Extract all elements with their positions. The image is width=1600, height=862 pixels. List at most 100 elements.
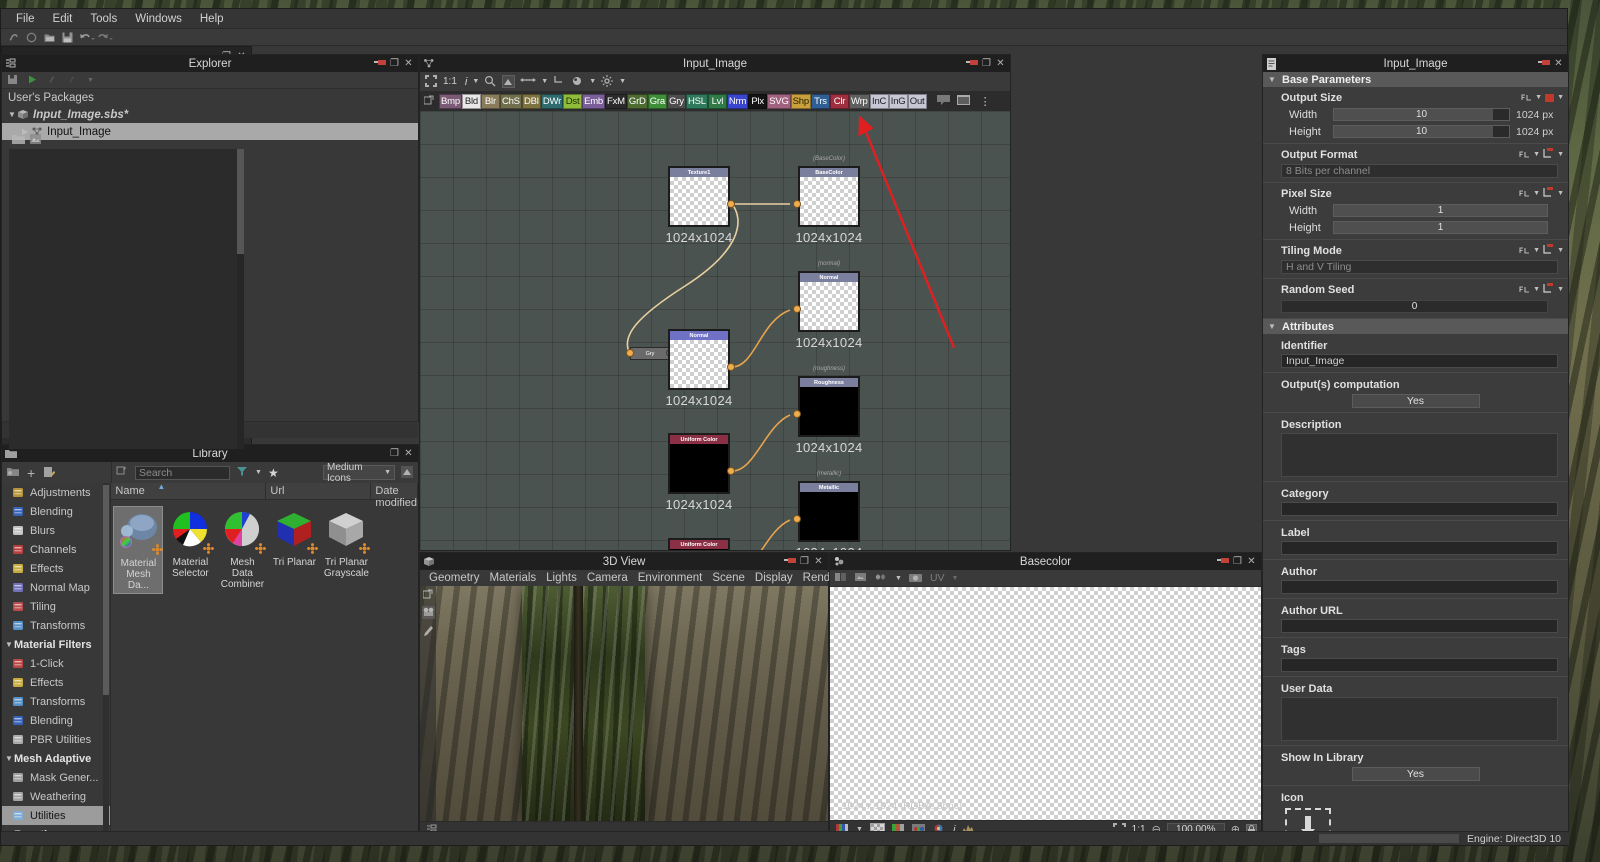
comment-icon[interactable] — [936, 95, 950, 108]
node-button-wrp[interactable]: Wrp — [848, 94, 870, 109]
node-input-port[interactable] — [626, 349, 634, 357]
column-url[interactable]: Url — [266, 483, 372, 499]
graph-node-preview[interactable] — [798, 177, 860, 227]
node-button-nrm[interactable]: Nrm — [726, 94, 749, 109]
inherit-icon[interactable] — [1543, 187, 1554, 200]
chevron-down-icon[interactable]: ▼ — [895, 575, 902, 582]
category-input[interactable] — [1281, 502, 1558, 516]
add-icon[interactable]: + — [27, 466, 35, 480]
user-data-input[interactable] — [1281, 697, 1558, 741]
view3d-menu-materials[interactable]: Materials — [485, 572, 542, 584]
library-category-blending[interactable]: Blending — [2, 502, 110, 521]
chevron-down-icon[interactable]: ▼ — [1557, 94, 1564, 101]
undo-icon[interactable] — [79, 31, 95, 44]
layers-scrollbar[interactable] — [237, 149, 244, 449]
explorer-package-row[interactable]: ▼ Input_Image.sbs* — [2, 106, 418, 123]
view3d-menu-camera[interactable]: Camera — [582, 572, 633, 584]
zoom-ratio-label[interactable]: 1:1 — [443, 76, 457, 87]
author-input[interactable] — [1281, 580, 1558, 594]
zoom-icon[interactable] — [484, 75, 497, 88]
library-category-tiling[interactable]: Tiling — [2, 597, 110, 616]
library-category-transforms[interactable]: Transforms — [2, 616, 110, 635]
graph-node-normal_src[interactable]: Normal 1024x1024 — [665, 329, 735, 408]
node-button-hsl[interactable]: HSL — [685, 94, 708, 109]
node-button-dwr[interactable]: DWr — [540, 94, 564, 109]
sort-icon[interactable] — [401, 466, 414, 479]
chevron-down-icon[interactable]: ▼ — [952, 575, 959, 582]
function-icon[interactable] — [1519, 150, 1530, 159]
popout-icon[interactable] — [423, 95, 437, 108]
node-button-out[interactable]: Out — [907, 94, 927, 109]
chevron-down-icon[interactable]: ▼ — [1533, 190, 1540, 197]
float-icon[interactable]: ❐ — [981, 58, 992, 69]
view3d-menu-display[interactable]: Display — [750, 572, 798, 584]
frame-icon[interactable] — [956, 95, 971, 108]
new-substance-icon[interactable] — [7, 31, 20, 44]
graph-node-normal_out[interactable]: (normal) Normal 1024x1024 — [793, 261, 862, 350]
inherit-icon[interactable] — [1543, 244, 1554, 257]
section-attributes[interactable]: ▼ Attributes — [1263, 319, 1568, 334]
library-category-effects[interactable]: Effects — [2, 673, 110, 692]
tags-input[interactable] — [1281, 658, 1558, 672]
node-input-port[interactable] — [793, 515, 801, 523]
library-category-material-filters[interactable]: ▼ Material Filters — [2, 635, 110, 654]
corner-icon[interactable] — [553, 75, 566, 88]
pin-icon[interactable] — [1217, 556, 1229, 565]
view3d-menu-geometry[interactable]: Geometry — [424, 572, 485, 584]
chevron-down-icon[interactable]: ▼ — [472, 78, 479, 85]
chevron-down-icon[interactable]: ▼ — [8, 110, 17, 119]
view3d-menu-lights[interactable]: Lights — [541, 572, 582, 584]
menu-windows[interactable]: Windows — [126, 11, 191, 27]
function-icon[interactable] — [1519, 246, 1530, 255]
close-icon[interactable]: ✕ — [403, 58, 414, 69]
library-category-1-click[interactable]: 1-Click — [2, 654, 110, 673]
node-button-blr[interactable]: Blr — [480, 94, 500, 109]
pin-icon[interactable] — [966, 58, 978, 67]
graph-node-basecolor[interactable]: (BaseColor) BaseColor 1024x1024 — [793, 156, 862, 245]
chevron-down-icon[interactable]: ▼ — [1533, 286, 1540, 293]
connection-icon[interactable] — [520, 75, 537, 88]
float-icon[interactable]: ❐ — [1232, 556, 1243, 567]
library-category-mask-gener[interactable]: Mask Gener... — [2, 768, 110, 787]
search-input[interactable]: Search — [135, 465, 230, 480]
close-icon[interactable]: ✕ — [995, 58, 1006, 69]
close-icon[interactable]: ✕ — [813, 556, 824, 567]
slider-knob[interactable] — [1493, 109, 1509, 120]
pixel-size-width-slider[interactable]: 1 — [1333, 204, 1548, 217]
output-computation-button[interactable]: Yes — [1351, 394, 1480, 408]
library-tree-scrollbar[interactable] — [103, 483, 110, 838]
library-category-blurs[interactable]: Blurs — [2, 521, 110, 540]
function-icon[interactable] — [1519, 285, 1530, 294]
identifier-input[interactable]: Input_Image — [1281, 354, 1558, 368]
node-input-port[interactable] — [793, 200, 801, 208]
chevron-down-icon[interactable]: ▼ — [1557, 190, 1564, 197]
chevron-down-icon[interactable]: ▼ — [1557, 151, 1564, 158]
compare-icon[interactable] — [835, 572, 848, 585]
node-button-chs[interactable]: ChS — [499, 94, 522, 109]
menu-edit[interactable]: Edit — [44, 11, 82, 27]
float-icon[interactable]: ❐ — [799, 556, 810, 567]
chevron-down-icon[interactable]: ▼ — [1533, 247, 1540, 254]
node-button-svg[interactable]: SVG — [767, 94, 791, 109]
view3d-menu-environment[interactable]: Environment — [633, 572, 708, 584]
view3d-canvas[interactable] — [420, 586, 828, 821]
chevron-down-icon[interactable]: ▼ — [1268, 322, 1277, 331]
play-icon[interactable] — [27, 74, 40, 87]
view2d-canvas[interactable]: 1024 x 1024 (RGBA, 8bpc) — [830, 587, 1261, 820]
chevron-down-icon[interactable]: ▼ — [541, 78, 548, 85]
graph-node-preview[interactable] — [798, 492, 860, 542]
snapshot-icon[interactable] — [908, 572, 923, 585]
node-button-inc[interactable]: InC — [869, 94, 889, 109]
close-icon[interactable]: ✕ — [403, 448, 414, 459]
pin-icon[interactable]: ⋮ — [980, 95, 991, 108]
paint-icon[interactable] — [422, 625, 434, 637]
open-package-icon[interactable] — [43, 31, 56, 44]
node-button-bmp[interactable]: Bmp — [439, 94, 462, 109]
library-category-channels[interactable]: Channels — [2, 540, 110, 559]
graph-node-preview[interactable] — [668, 340, 730, 390]
star-icon[interactable]: ★ — [268, 466, 279, 480]
node-button-emb[interactable]: Emb — [582, 94, 605, 109]
uv-label[interactable]: UV — [930, 572, 945, 584]
edit-icon[interactable] — [42, 466, 56, 479]
align-icon[interactable] — [502, 75, 516, 88]
